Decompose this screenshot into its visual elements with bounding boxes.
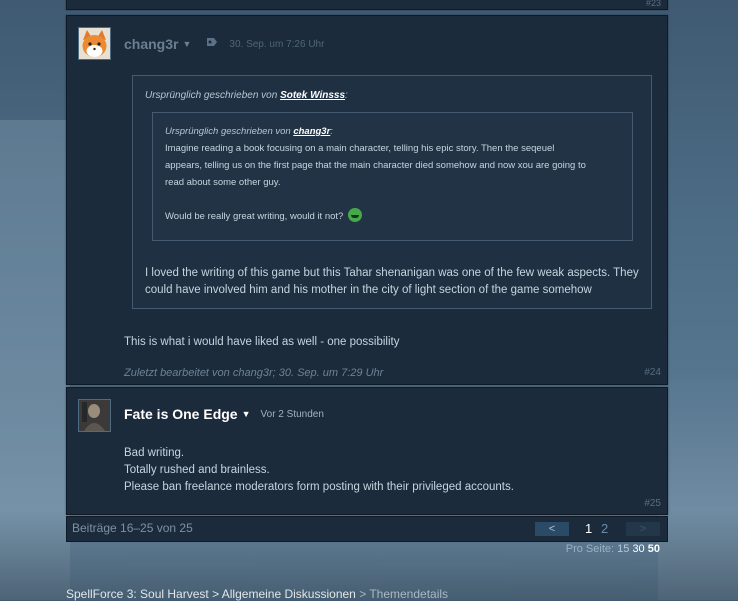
- breadcrumb-separator: >: [359, 587, 367, 601]
- quote-line: Imagine reading a book focusing on a mai…: [165, 143, 555, 154]
- quote-line: Would be really great writing, would it …: [165, 211, 344, 222]
- edited-author[interactable]: chang3r: [233, 367, 273, 379]
- comment-post-24: chang3r ▼ 30. Sep. um 7:26 Uhr Ursprüngl…: [66, 15, 668, 385]
- post-timestamp: Vor 2 Stunden: [260, 408, 324, 420]
- per-page-option[interactable]: 15: [617, 543, 629, 555]
- quote-line: read about some other guy.: [165, 177, 281, 188]
- quote-block: Ursprünglich geschrieben von Sotek Winss…: [132, 75, 652, 309]
- award-icon[interactable]: [205, 35, 219, 53]
- post-timestamp: 30. Sep. um 7:26 Uhr: [229, 38, 325, 50]
- per-page-option[interactable]: 30: [632, 543, 644, 555]
- quote-prefix: Ursprünglich geschrieben von: [145, 90, 278, 101]
- breadcrumb-separator: >: [212, 587, 220, 601]
- page-2-link[interactable]: 2: [601, 521, 608, 536]
- quote-line: I loved the writing of this game but thi…: [145, 267, 639, 279]
- prev-page-button[interactable]: <: [535, 522, 569, 536]
- quote-suffix: :: [330, 126, 333, 137]
- chevron-down-icon[interactable]: ▼: [242, 409, 251, 419]
- quote-reply-text: I loved the writing of this game but thi…: [145, 265, 639, 299]
- avatar[interactable]: [78, 399, 111, 432]
- per-page-option[interactable]: 50: [648, 543, 660, 555]
- nested-quote-text: Imagine reading a book focusing on a mai…: [165, 140, 586, 225]
- page-1-current[interactable]: 1: [585, 521, 592, 536]
- author-name[interactable]: Fate is One Edge: [124, 406, 238, 422]
- post-count: Beiträge 16–25 von 25: [72, 521, 193, 535]
- edited-note: Zuletzt bearbeitet von chang3r; 30. Sep.…: [124, 367, 383, 379]
- author-row: Fate is One Edge ▼ Vor 2 Stunden: [124, 406, 324, 422]
- quote-author-link[interactable]: Sotek Winsss: [280, 90, 345, 101]
- nested-quote-header: Ursprünglich geschrieben von chang3r:: [165, 126, 333, 137]
- edited-suffix: ; 30. Sep. um 7:29 Uhr: [272, 367, 384, 379]
- body-line: Please ban freelance moderators form pos…: [124, 481, 514, 493]
- breadcrumb-link[interactable]: SpellForce 3: Soul Harvest: [66, 587, 209, 601]
- breadcrumb: SpellForce 3: Soul Harvest > Allgemeine …: [66, 587, 448, 601]
- per-page-label: Pro Seite:: [565, 543, 615, 555]
- post-number[interactable]: #24: [644, 367, 661, 378]
- body-line: Totally rushed and brainless.: [124, 464, 270, 476]
- quote-prefix: Ursprünglich geschrieben von: [165, 126, 291, 137]
- fox-avatar-icon: [79, 28, 110, 59]
- green-grin-emoticon-icon: [347, 208, 362, 222]
- post-body: Bad writing. Totally rushed and brainles…: [124, 445, 514, 496]
- breadcrumb-link[interactable]: Allgemeine Diskussionen: [222, 587, 356, 601]
- author-name[interactable]: chang3r: [124, 36, 178, 52]
- comment-post-25: Fate is One Edge ▼ Vor 2 Stunden Bad wri…: [66, 387, 668, 515]
- avatar[interactable]: [78, 27, 111, 60]
- portrait-avatar-icon: [79, 400, 110, 431]
- edited-prefix: Zuletzt bearbeitet von: [124, 367, 230, 379]
- post-number[interactable]: #25: [644, 498, 661, 509]
- breadcrumb-current: Themendetails: [369, 587, 449, 601]
- per-page-selector: Pro Seite: 15 30 50: [566, 543, 660, 555]
- pagination-bar: Beiträge 16–25 von 25 < 1 2 >: [66, 516, 668, 542]
- quote-suffix: :: [345, 90, 348, 101]
- quote-header: Ursprünglich geschrieben von Sotek Winss…: [145, 90, 348, 101]
- nested-quote-block: Ursprünglich geschrieben von chang3r: Im…: [152, 112, 633, 241]
- quote-line: appears, telling us on the first page th…: [165, 160, 586, 171]
- comment-post-23: #23: [66, 0, 668, 10]
- post-number[interactable]: #23: [646, 0, 661, 8]
- quote-closing-line: Would be really great writing, would it …: [165, 208, 586, 225]
- quote-line: could have involved him and his mother i…: [145, 284, 592, 296]
- next-page-button[interactable]: >: [626, 522, 660, 536]
- chevron-down-icon[interactable]: ▼: [182, 39, 191, 49]
- post-body: This is what i would have liked as well …: [124, 336, 400, 348]
- quote-author-link[interactable]: chang3r: [293, 126, 330, 137]
- body-line: Bad writing.: [124, 447, 185, 459]
- author-row: chang3r ▼ 30. Sep. um 7:26 Uhr: [124, 35, 324, 53]
